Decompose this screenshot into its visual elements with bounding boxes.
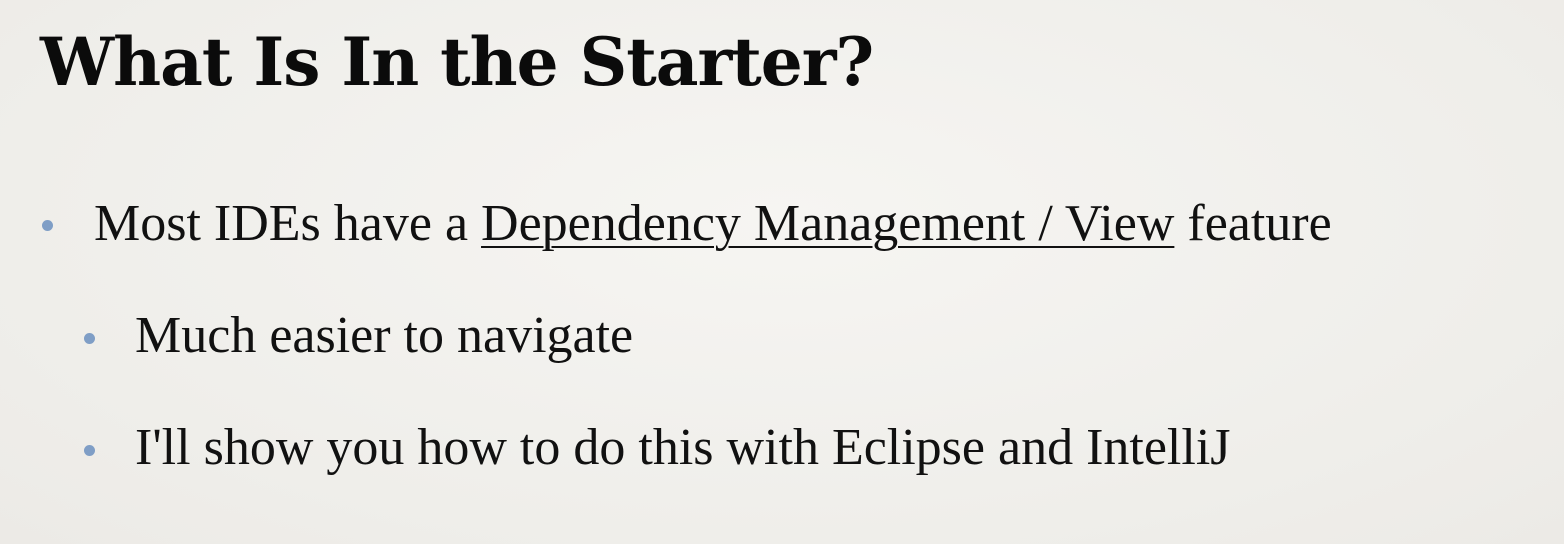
slide: What Is In the Starter? Most IDEs have a… [0, 0, 1564, 544]
bullet-text-prefix: Most IDEs have a [94, 195, 482, 252]
slide-title: What Is In the Starter? [40, 23, 874, 101]
dependency-management-link[interactable]: Dependency Management / View [481, 195, 1174, 252]
sub-bullet-dot [84, 445, 95, 456]
sub-bullet-dot [84, 333, 95, 344]
bullet-dot [42, 220, 53, 231]
bullet-text-suffix: feature [1174, 195, 1332, 252]
bullet-item-1: Most IDEs have a Dependency Management /… [94, 192, 1332, 256]
sub-bullet-item-2: I'll show you how to do this with Eclips… [135, 419, 1231, 476]
sub-bullet-item-1: Much easier to navigate [135, 307, 634, 364]
